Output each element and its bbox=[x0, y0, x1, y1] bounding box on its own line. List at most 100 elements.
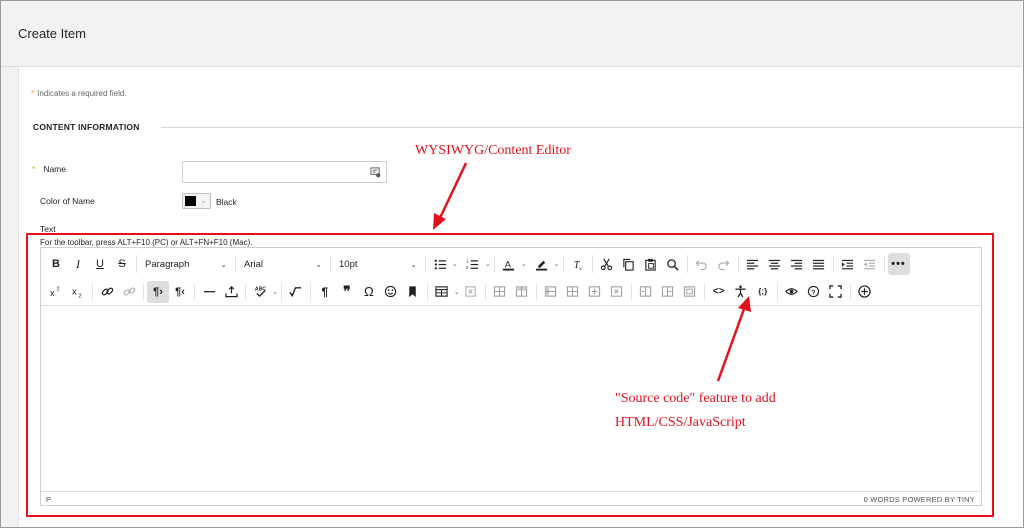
name-label: * Name bbox=[32, 164, 66, 174]
toolbar-separator bbox=[832, 255, 834, 273]
redo-icon[interactable] bbox=[713, 253, 735, 275]
chevron-down-icon: ⌄ bbox=[553, 261, 560, 268]
toolbar-separator bbox=[235, 255, 236, 273]
toolbar-separator bbox=[630, 282, 632, 301]
toolbar-separator bbox=[776, 282, 778, 301]
bullet-list-split-button[interactable]: ⌄ bbox=[429, 253, 458, 275]
unlink-icon[interactable] bbox=[118, 281, 140, 303]
annotation-source-line-2: HTML/CSS/JavaScript bbox=[615, 415, 746, 430]
toolbar-separator bbox=[703, 282, 705, 301]
accessibility-icon[interactable] bbox=[730, 281, 752, 303]
chevron-down-icon: ⌄ bbox=[520, 261, 527, 268]
add-content-icon[interactable] bbox=[854, 281, 876, 303]
table-insert-icon[interactable] bbox=[584, 281, 606, 303]
paragraph-mark-icon[interactable]: ¶ bbox=[314, 281, 336, 303]
emoji-icon[interactable] bbox=[380, 281, 402, 303]
svg-text:A: A bbox=[505, 259, 512, 269]
math-icon[interactable] bbox=[285, 281, 307, 303]
bullet-list-icon[interactable] bbox=[429, 253, 451, 275]
numbered-list-icon[interactable]: 12 bbox=[462, 253, 484, 275]
chevron-down-icon: ⌄ bbox=[272, 288, 278, 296]
horizontal-rule-icon[interactable] bbox=[198, 281, 220, 303]
svg-text:?: ? bbox=[812, 289, 816, 296]
special-char-icon[interactable]: Ω bbox=[358, 281, 380, 303]
chevron-down-icon: ⌄ bbox=[484, 261, 491, 268]
align-right-icon[interactable] bbox=[786, 253, 808, 275]
table-icon[interactable] bbox=[431, 281, 453, 303]
spellcheck-split-button[interactable]: ABC ⌄ bbox=[249, 281, 278, 303]
numbered-list-split-button[interactable]: 1 2 ⌄ bbox=[462, 253, 491, 275]
table-row-after-icon[interactable] bbox=[511, 281, 533, 303]
insert-file-icon[interactable] bbox=[220, 281, 242, 303]
table-props-icon[interactable] bbox=[679, 281, 701, 303]
color-picker[interactable]: ⌄ bbox=[182, 193, 211, 209]
toolbar-separator bbox=[591, 255, 593, 273]
toolbar-separator bbox=[535, 282, 537, 301]
rich-text-editor[interactable]: B I U S Paragraph ⌄ Arial ⌄ 10pt ⌄ ⌄ 1 2 ⌄ A ⌄… bbox=[40, 247, 982, 506]
element-path[interactable]: P bbox=[46, 495, 51, 504]
table-col-after-icon[interactable] bbox=[562, 281, 584, 303]
toolbar-separator bbox=[484, 282, 486, 301]
chevron-down-icon: ⌄ bbox=[453, 288, 460, 296]
chevron-down-icon: ⌄ bbox=[200, 196, 207, 205]
table-delete-icon[interactable] bbox=[460, 281, 482, 303]
toolbar-separator bbox=[280, 282, 282, 301]
toolbar-separator bbox=[686, 255, 688, 273]
align-left-icon[interactable] bbox=[742, 253, 764, 275]
justify-icon[interactable] bbox=[808, 253, 830, 275]
subscript-icon[interactable]: x2 bbox=[67, 281, 89, 303]
font-family-value: Arial bbox=[244, 258, 264, 270]
toolbar-separator bbox=[92, 282, 93, 301]
strikethrough-icon[interactable]: S bbox=[111, 253, 133, 275]
highlight-split-button[interactable]: ⌄ bbox=[531, 253, 560, 275]
link-icon[interactable] bbox=[96, 281, 118, 303]
rtl-icon[interactable]: ¶‹ bbox=[169, 281, 191, 303]
preview-icon[interactable] bbox=[781, 281, 803, 303]
toolbar-separator bbox=[330, 255, 331, 273]
toolbar-separator bbox=[309, 282, 311, 301]
name-input[interactable] bbox=[182, 161, 387, 183]
help-icon[interactable]: ? bbox=[803, 281, 825, 303]
text-color-split-button[interactable]: A ⌄ bbox=[498, 253, 527, 275]
required-star: * bbox=[32, 164, 36, 174]
text-tool-icon[interactable] bbox=[370, 167, 381, 178]
editor-statusbar: P 0 WORDS POWERED BY TINY bbox=[41, 491, 981, 505]
more-icon[interactable]: ••• bbox=[887, 253, 910, 275]
table-split-button[interactable]: ⌄ bbox=[431, 281, 460, 303]
bold-icon[interactable]: B bbox=[45, 253, 67, 275]
indent-icon[interactable] bbox=[837, 253, 859, 275]
annotation-editor-label: WYSIWYG/Content Editor bbox=[415, 143, 571, 158]
text-color-icon[interactable]: A bbox=[498, 253, 520, 275]
fullscreen-icon[interactable] bbox=[825, 281, 847, 303]
paste-icon[interactable] bbox=[640, 253, 662, 275]
table-cell-delete-icon[interactable] bbox=[606, 281, 628, 303]
italic-icon[interactable]: I bbox=[67, 253, 89, 275]
font-size-select[interactable]: 10pt ⌄ bbox=[334, 253, 422, 275]
bookmark-icon[interactable] bbox=[402, 281, 424, 303]
table-split-icon[interactable] bbox=[657, 281, 679, 303]
font-family-select[interactable]: Arial ⌄ bbox=[239, 253, 327, 275]
blockquote-icon[interactable]: ❞ bbox=[336, 281, 358, 303]
underline-icon[interactable]: U bbox=[89, 253, 111, 275]
align-center-icon[interactable] bbox=[764, 253, 786, 275]
svg-text:2: 2 bbox=[56, 287, 59, 293]
clear-formatting-icon[interactable]: Tx bbox=[567, 253, 589, 275]
code-sample-icon[interactable]: {;} bbox=[752, 281, 774, 303]
table-row-before-icon[interactable] bbox=[489, 281, 511, 303]
toolbar-row-1: B I U S Paragraph ⌄ Arial ⌄ 10pt ⌄ ⌄ 1 2 ⌄ A ⌄… bbox=[41, 250, 981, 278]
copy-icon[interactable] bbox=[618, 253, 640, 275]
outdent-icon[interactable] bbox=[859, 253, 881, 275]
block-format-select[interactable]: Paragraph ⌄ bbox=[140, 253, 232, 275]
name-label-text: Name bbox=[43, 164, 66, 174]
table-col-before-icon[interactable] bbox=[540, 281, 562, 303]
superscript-icon[interactable]: x2 bbox=[45, 281, 67, 303]
spellcheck-icon[interactable]: ABC bbox=[249, 281, 271, 303]
source-code-icon[interactable]: <> bbox=[708, 281, 730, 303]
find-replace-icon[interactable] bbox=[662, 253, 684, 275]
highlight-color-icon[interactable] bbox=[531, 253, 553, 275]
table-merge-icon[interactable] bbox=[635, 281, 657, 303]
undo-icon[interactable] bbox=[691, 253, 713, 275]
ltr-icon[interactable]: ¶› bbox=[147, 280, 169, 303]
cut-icon[interactable] bbox=[596, 253, 618, 275]
toolbar-separator bbox=[562, 255, 564, 273]
